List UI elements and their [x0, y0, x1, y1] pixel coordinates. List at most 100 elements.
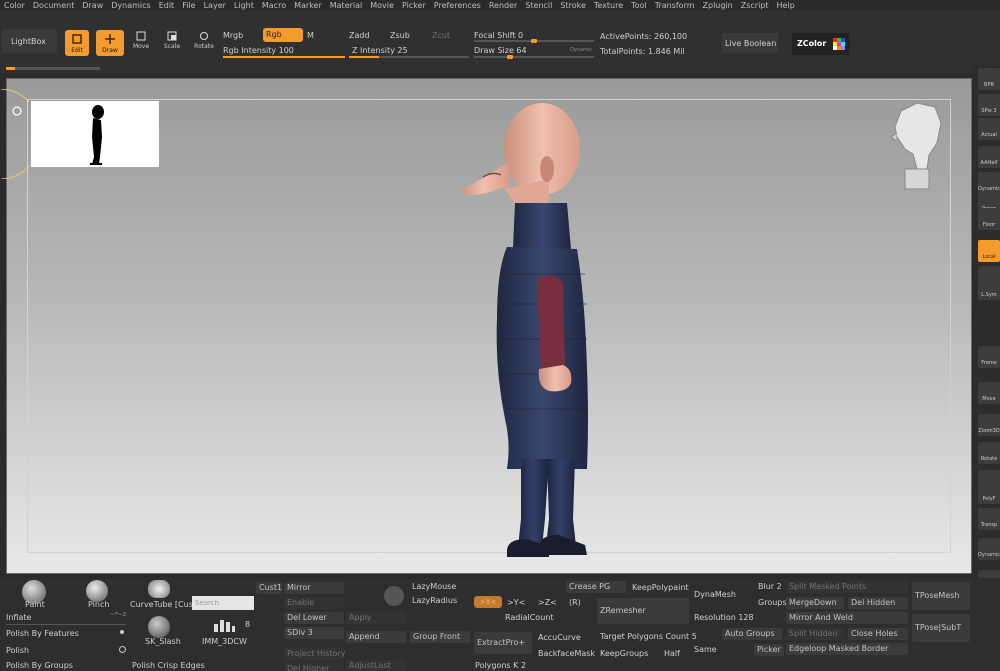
draw-size-track[interactable]: [474, 55, 594, 59]
character-model[interactable]: [437, 99, 617, 559]
menu-render[interactable]: Render: [485, 0, 521, 11]
pinch-brush-icon[interactable]: [86, 580, 108, 602]
right-tray-rotate[interactable]: Rotate: [978, 442, 1000, 464]
scale-button[interactable]: Scale: [162, 31, 182, 55]
auto-groups-button[interactable]: Auto Groups: [722, 628, 782, 640]
right-tray-polyf[interactable]: PolyF: [978, 482, 1000, 504]
menu-edit[interactable]: Edit: [155, 0, 179, 11]
inflate-track[interactable]: [6, 624, 126, 625]
silhouette-preview[interactable]: [31, 101, 159, 167]
merge-down-button[interactable]: MergeDown: [786, 597, 844, 609]
right-tray-dynamic[interactable]: Dynamic: [978, 538, 1000, 560]
right-tray-bpr[interactable]: BPR: [978, 68, 1000, 90]
rgb-intensity-slider[interactable]: Rgb Intensity 100: [223, 45, 294, 56]
right-tray-dynamic[interactable]: Dynamic: [978, 172, 1000, 194]
zsub-button[interactable]: Zsub: [390, 30, 410, 41]
rgb-button[interactable]: Rgb: [263, 28, 303, 42]
right-tray-floor[interactable]: Floor: [978, 208, 1000, 230]
del-higher-button[interactable]: Del Higher: [284, 663, 344, 671]
head-orientation-icon[interactable]: [887, 99, 947, 194]
zremesher-button[interactable]: ZRemesher: [597, 598, 689, 624]
right-tray-local[interactable]: Local: [978, 240, 1000, 262]
brush-search-input[interactable]: Search: [192, 596, 254, 610]
polish-features-slider[interactable]: Polish By Features: [6, 629, 79, 638]
dynamesh-button[interactable]: DynaMesh: [694, 590, 736, 599]
menu-zscript[interactable]: Zscript: [737, 0, 773, 11]
menu-transform[interactable]: Transform: [651, 0, 699, 11]
menu-macro[interactable]: Macro: [258, 0, 290, 11]
right-tray-aahalf[interactable]: AAHalf: [978, 146, 1000, 168]
radial-count-slider[interactable]: RadialCount: [505, 613, 553, 622]
adjust-last-button[interactable]: AdjustLast: [346, 660, 406, 671]
del-lower-button[interactable]: Del Lower: [284, 612, 344, 624]
move-button[interactable]: Move: [131, 31, 151, 55]
target-polygons-slider[interactable]: Target Polygons Count 5: [600, 632, 697, 641]
lazymouse-toggle[interactable]: LazyMouse: [412, 582, 456, 591]
resolution-slider[interactable]: Resolution 128: [694, 613, 754, 622]
crease-pg-button[interactable]: Crease PG: [566, 581, 626, 593]
append-button[interactable]: Append: [346, 631, 406, 643]
picker-button[interactable]: Picker: [754, 644, 784, 656]
close-holes-button[interactable]: Close Holes: [848, 628, 908, 640]
menu-preferences[interactable]: Preferences: [430, 0, 485, 11]
z-intensity-track[interactable]: [349, 56, 469, 58]
extract-button[interactable]: ExtractPro+: [474, 632, 532, 654]
menu-light[interactable]: Light: [230, 0, 258, 11]
zcut-button[interactable]: Zcut: [432, 30, 450, 41]
half-toggle[interactable]: Half: [664, 649, 680, 658]
menu-tool[interactable]: Tool: [627, 0, 651, 11]
sdiv-slider[interactable]: SDiv 3: [284, 627, 344, 639]
menu-draw[interactable]: Draw: [78, 0, 107, 11]
menu-marker[interactable]: Marker: [290, 0, 326, 11]
menu-file[interactable]: File: [178, 0, 199, 11]
polish-crisp-slider[interactable]: Polish Crisp Edges: [132, 661, 205, 670]
menu-movie[interactable]: Movie: [366, 0, 398, 11]
edgeloop-masked-button[interactable]: Edgeloop Masked Border: [786, 643, 908, 655]
menu-layer[interactable]: Layer: [200, 0, 230, 11]
del-hidden-button[interactable]: Del Hidden: [848, 597, 908, 609]
apply-button[interactable]: Apply: [346, 612, 406, 624]
right-tray-frame[interactable]: Frame: [978, 346, 1000, 368]
menu-dynamics[interactable]: Dynamics: [107, 0, 154, 11]
right-tray-zoom3d[interactable]: Zoom3D: [978, 414, 1000, 436]
split-masked-button[interactable]: Split Masked Points: [786, 581, 908, 593]
m-button[interactable]: M: [307, 30, 314, 41]
z-intensity-slider[interactable]: Z Intensity 25: [352, 45, 408, 56]
split-hidden-button[interactable]: Split Hidden: [786, 628, 844, 640]
right-tray-l-sym[interactable]: L.Sym: [978, 278, 1000, 300]
lightbox-button[interactable]: LightBox: [2, 29, 57, 53]
project-history-button[interactable]: Project History: [284, 648, 345, 660]
accucurve-toggle[interactable]: AccuCurve: [538, 633, 581, 642]
rotate-button[interactable]: Rotate: [193, 31, 215, 55]
right-tray-spix-3[interactable]: SPix 3: [978, 94, 1000, 116]
enable-button[interactable]: Enable: [284, 597, 344, 609]
sym-r-toggle[interactable]: (R): [569, 598, 581, 607]
group-front-button[interactable]: Group Front: [410, 631, 470, 643]
menu-stroke[interactable]: Stroke: [556, 0, 590, 11]
mrgb-button[interactable]: Mrgb: [223, 30, 243, 41]
menu-color[interactable]: Color: [0, 0, 29, 11]
document-canvas[interactable]: [0, 78, 972, 574]
mirror-button[interactable]: Mirror: [284, 582, 344, 594]
menu-help[interactable]: Help: [773, 0, 799, 11]
sym-y-toggle[interactable]: >Y<: [507, 598, 525, 607]
menu-stencil[interactable]: Stencil: [521, 0, 556, 11]
live-boolean-button[interactable]: Live Boolean: [722, 33, 778, 53]
right-tray-actual[interactable]: Actual: [978, 118, 1000, 140]
draw-size-slider[interactable]: Draw Size 64: [474, 45, 527, 56]
groups-toggle[interactable]: Groups: [758, 598, 787, 607]
backface-mask-toggle[interactable]: BackfaceMask: [538, 649, 595, 658]
right-tray-move[interactable]: Move: [978, 382, 1000, 404]
sym-x-toggle[interactable]: >X<: [474, 596, 502, 608]
tpose-subt-button[interactable]: TPose|SubT: [912, 614, 970, 642]
navigation-ring-icon[interactable]: [0, 89, 29, 179]
zadd-button[interactable]: Zadd: [349, 30, 370, 41]
menu-zplugin[interactable]: Zplugin: [699, 0, 737, 11]
slash-brush-icon[interactable]: [148, 616, 170, 638]
cust1-button[interactable]: Cust1: [256, 582, 282, 594]
zcolor-button[interactable]: ZColor: [792, 33, 850, 55]
menu-texture[interactable]: Texture: [590, 0, 627, 11]
same-toggle[interactable]: Same: [694, 645, 717, 654]
right-tray-transp[interactable]: Transp: [978, 508, 1000, 530]
keep-groups-toggle[interactable]: KeepGroups: [600, 649, 648, 658]
